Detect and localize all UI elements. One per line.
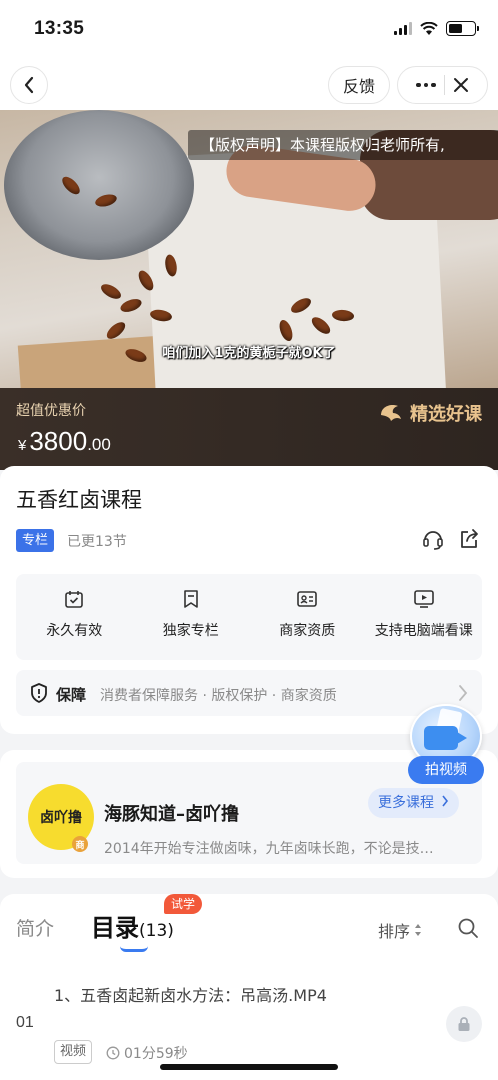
battery-icon — [446, 21, 479, 36]
video-scene-spice — [98, 281, 124, 302]
tab-intro[interactable]: 简介 — [16, 914, 54, 941]
capsule-menu — [397, 66, 488, 104]
headset-icon — [423, 531, 443, 550]
status-bar: 13:35 — [0, 0, 498, 60]
monitor-play-icon — [413, 588, 435, 610]
capsule-divider — [443, 75, 445, 95]
price-decimal: .00 — [87, 435, 111, 454]
back-button[interactable] — [10, 66, 48, 104]
column-tag: 专栏 — [16, 529, 55, 552]
sort-label: 排序 — [378, 922, 411, 941]
sort-button[interactable]: 排序 — [378, 918, 422, 942]
price-banner: 超值优惠价 ¥3800.00 精选好课 — [0, 388, 498, 470]
lesson-duration: 01分59秒 — [106, 1043, 188, 1063]
video-scene-spice — [118, 296, 144, 315]
lesson-type-tag: 视频 — [54, 1040, 93, 1064]
catalog-section: 简介 目录(13) 试学 排序 1、五香卤起新卤水方法：吊高汤.MP4 01 视… — [0, 894, 498, 1080]
video-subtitle: 咱们加入1克的黄栀子就OK了 — [162, 346, 336, 361]
feedback-button[interactable]: 反馈 — [328, 66, 390, 104]
more-courses-label: 更多课程 — [378, 795, 434, 811]
lesson-duration-text: 01分59秒 — [124, 1046, 188, 1062]
tab-catalog-count: (13) — [139, 921, 174, 941]
feature-item: 支持电脑端看课 — [366, 574, 483, 660]
status-time: 13:35 — [34, 18, 85, 39]
guarantee-title: 保障 — [56, 686, 87, 704]
record-video-float-button[interactable]: 拍视频 — [404, 704, 488, 786]
shop-avatar-text: 卤吖撸 — [40, 810, 82, 826]
feature-item: 永久有效 — [16, 574, 133, 660]
active-tab-indicator — [120, 946, 148, 952]
feature-item: 独家专栏 — [133, 574, 250, 660]
update-count: 已更13节 — [67, 534, 127, 550]
video-scene-bowl — [4, 110, 194, 260]
trial-badge: 试学 — [164, 894, 203, 914]
home-indicator — [160, 1064, 338, 1070]
lesson-lock — [446, 1006, 482, 1042]
chevron-left-icon — [24, 76, 34, 94]
tab-catalog-label: 目录 — [91, 914, 139, 942]
lock-icon — [458, 1017, 470, 1031]
premium-course-badge: 精选好课 — [378, 400, 482, 426]
cellular-signal-icon — [394, 22, 412, 35]
more-options-icon[interactable] — [416, 82, 436, 88]
shop-description: 2014年开始专注做卤味，九年卤味长跑，不论是技… — [104, 841, 434, 857]
tab-catalog[interactable]: 目录(13) — [91, 908, 174, 943]
share-button[interactable] — [456, 526, 482, 552]
guarantee-details: 消费者保障服务 · 版权保护 · 商家资质 — [100, 688, 337, 704]
id-card-icon — [296, 588, 318, 610]
course-title: 五香红卤课程 — [16, 488, 142, 512]
feature-label: 商家资质 — [279, 623, 336, 639]
close-icon[interactable] — [453, 77, 469, 93]
shop-name: 海豚知道–卤吖撸 — [104, 804, 239, 825]
chevron-right-icon — [459, 685, 468, 701]
bookmark-icon — [180, 588, 202, 610]
premium-course-label: 精选好课 — [410, 404, 482, 425]
feature-label: 永久有效 — [46, 623, 103, 639]
status-icons — [394, 21, 479, 36]
shop-avatar[interactable]: 卤吖撸 商 — [28, 784, 94, 852]
record-video-label: 拍视频 — [408, 756, 484, 784]
lesson-number: 01 — [16, 1014, 34, 1031]
chevron-right-icon — [442, 795, 449, 807]
shield-icon — [31, 683, 47, 703]
sort-arrows-icon — [415, 924, 422, 936]
price-label: 超值优惠价 — [16, 403, 86, 419]
price-currency: ¥ — [18, 437, 27, 454]
wifi-icon — [420, 21, 438, 35]
search-icon[interactable] — [457, 917, 479, 939]
course-video-player[interactable]: 【版权声明】本课程版权归老师所有, 咱们加入1克的黄栀子就OK了 — [0, 110, 498, 388]
video-camera-icon — [424, 726, 467, 750]
share-icon — [461, 529, 478, 548]
copyright-notice: 【版权声明】本课程版权归老师所有, — [188, 130, 498, 160]
calendar-check-icon — [63, 588, 85, 610]
feature-label: 独家专栏 — [162, 623, 219, 639]
dolphin-logo-icon — [381, 405, 401, 421]
price-integer: 3800 — [29, 426, 88, 456]
lesson-title: 1、五香卤起新卤水方法：吊高汤.MP4 — [54, 986, 327, 1005]
nav-bar: 反馈 — [0, 60, 498, 110]
customer-service-button[interactable] — [420, 526, 446, 552]
clock-icon — [106, 1046, 120, 1060]
price: ¥3800.00 — [18, 426, 111, 457]
more-courses-button[interactable]: 更多课程 — [368, 788, 460, 818]
feature-label: 支持电脑端看课 — [374, 623, 473, 639]
merchant-badge: 商 — [72, 836, 88, 852]
course-info-card: 五香红卤课程 专栏 已更13节 永久有效 独家专栏 商家资质 支持电脑端看课 保… — [0, 466, 498, 734]
feature-item: 商家资质 — [249, 574, 366, 660]
feature-list: 永久有效 独家专栏 商家资质 支持电脑端看课 — [16, 574, 482, 660]
